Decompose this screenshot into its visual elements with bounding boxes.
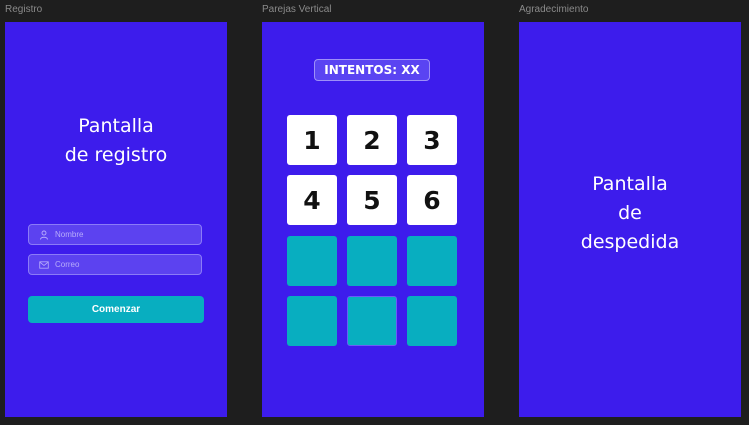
- user-icon: [39, 230, 49, 240]
- frame-parejas: INTENTOS: XX 1 2 3 4 5 6: [262, 22, 484, 417]
- mail-icon: [39, 260, 49, 270]
- farewell-title: Pantalla de despedida: [519, 170, 741, 257]
- card-8[interactable]: [347, 236, 397, 286]
- card-11[interactable]: [347, 296, 397, 346]
- card-5[interactable]: 5: [347, 175, 397, 225]
- card-12[interactable]: [407, 296, 457, 346]
- email-input[interactable]: Correo: [28, 254, 202, 275]
- farewell-title-line-1: Pantalla: [592, 173, 668, 195]
- registro-title-line-1: Pantalla: [78, 115, 154, 137]
- farewell-title-line-3: despedida: [580, 231, 680, 253]
- name-input[interactable]: Nombre: [28, 224, 202, 245]
- frame-label-parejas: Parejas Vertical: [262, 4, 332, 15]
- farewell-title-line-2: de: [618, 202, 642, 224]
- card-6[interactable]: 6: [407, 175, 457, 225]
- registro-title-line-2: de registro: [64, 144, 168, 166]
- card-4[interactable]: 4: [287, 175, 337, 225]
- registro-title: Pantalla de registro: [5, 112, 227, 170]
- card-10[interactable]: [287, 296, 337, 346]
- frame-label-registro: Registro: [5, 4, 43, 15]
- card-7[interactable]: [287, 236, 337, 286]
- frame-agradecimiento: Pantalla de despedida: [519, 22, 741, 417]
- frame-label-agradecimiento: Agradecimiento: [519, 4, 589, 15]
- email-input-placeholder: Correo: [55, 260, 80, 269]
- start-button[interactable]: Comenzar: [28, 296, 204, 323]
- name-input-placeholder: Nombre: [55, 230, 84, 239]
- card-1[interactable]: 1: [287, 115, 337, 165]
- card-9[interactable]: [407, 236, 457, 286]
- frame-registro: Pantalla de registro Nombre Correo Comen…: [5, 22, 227, 417]
- card-2[interactable]: 2: [347, 115, 397, 165]
- attempts-badge: INTENTOS: XX: [314, 59, 430, 81]
- card-3[interactable]: 3: [407, 115, 457, 165]
